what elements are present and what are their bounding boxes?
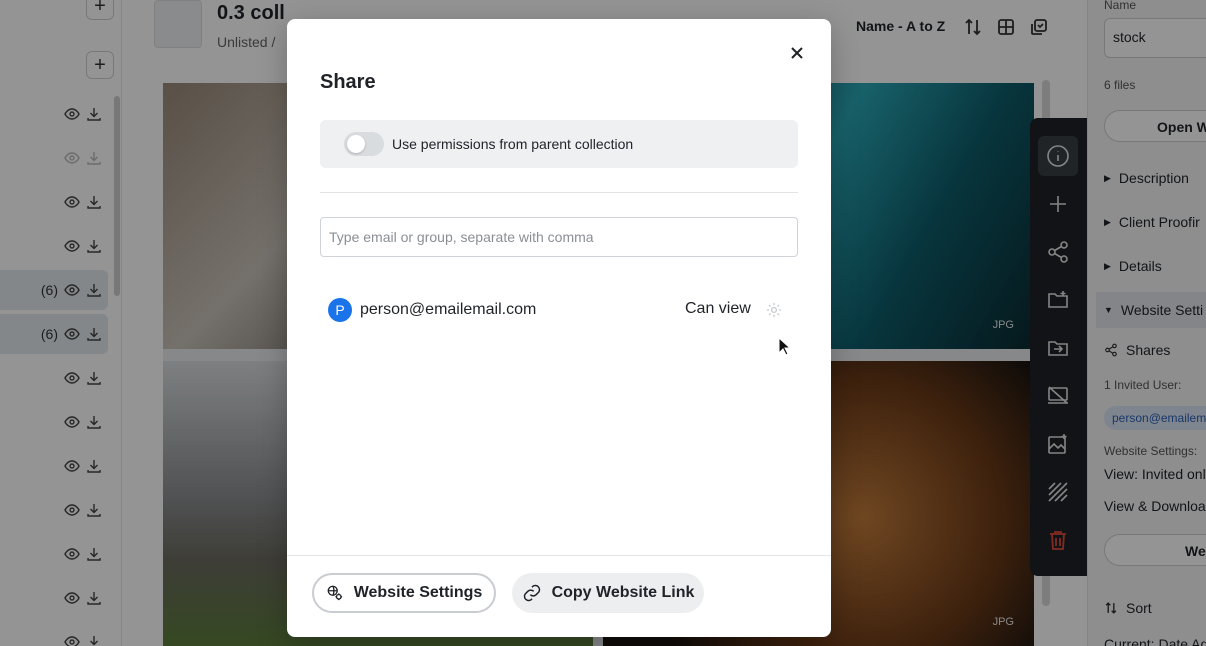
copy-website-link-button[interactable]: Copy Website Link	[512, 573, 704, 613]
copy-website-link-label: Copy Website Link	[551, 584, 695, 601]
website-settings-label: Website Settings	[353, 584, 483, 601]
dialog-title: Share	[320, 71, 376, 93]
close-button[interactable]	[785, 41, 809, 65]
website-settings-icon	[327, 585, 342, 601]
inherit-permissions-toggle[interactable]	[344, 132, 384, 156]
avatar: P	[328, 298, 352, 322]
mouse-cursor-icon	[778, 337, 792, 356]
gear-icon[interactable]	[764, 300, 784, 320]
share-dialog: Share Use permissions from parent collec…	[287, 19, 831, 637]
shared-user-email: person@emailemail.com	[360, 301, 537, 318]
shared-user-row: P person@emailemail.com Can view	[328, 298, 798, 322]
permission-dropdown[interactable]: Can view	[685, 300, 751, 318]
inherit-permissions-label: Use permissions from parent collection	[392, 136, 634, 152]
close-icon	[791, 47, 803, 59]
dialog-footer: Website Settings Copy Website Link	[287, 555, 831, 637]
website-settings-button[interactable]: Website Settings	[312, 573, 496, 613]
divider	[320, 192, 798, 193]
toggle-knob	[347, 135, 365, 153]
inherit-permissions-row: Use permissions from parent collection	[320, 120, 798, 168]
link-icon	[523, 584, 540, 602]
email-input[interactable]	[320, 217, 798, 257]
